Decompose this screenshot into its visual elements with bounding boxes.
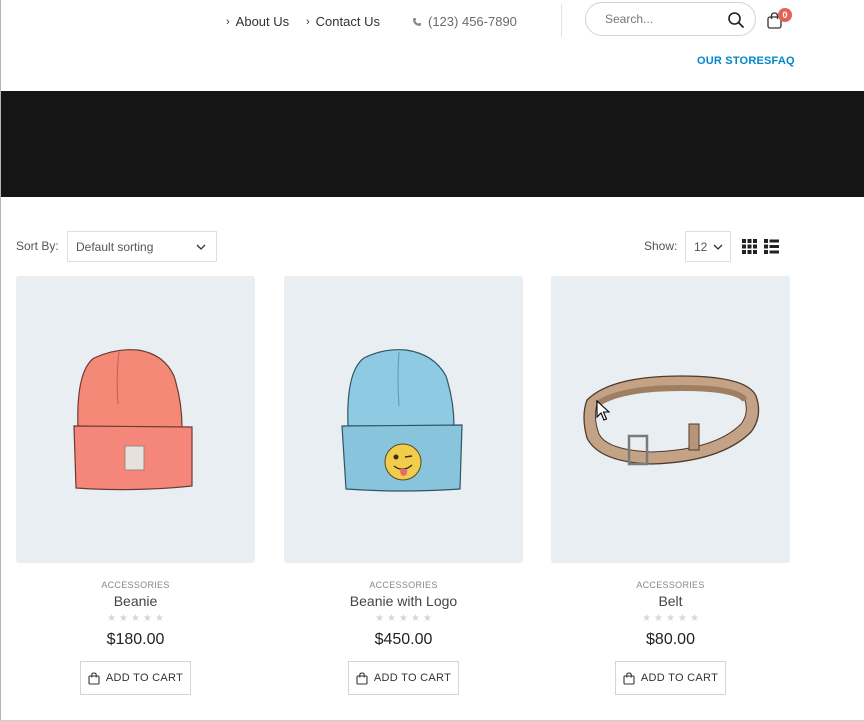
star-icon: ★ [107, 613, 117, 624]
star-icon: ★ [142, 613, 152, 624]
product-category[interactable]: ACCESSORIES [284, 580, 523, 590]
star-icon: ★ [677, 613, 687, 624]
about-us-link[interactable]: › About Us [226, 14, 289, 29]
sort-select[interactable]: Default sorting [67, 231, 217, 262]
list-view-icon[interactable] [764, 239, 779, 254]
search-box [585, 2, 756, 36]
product-category[interactable]: ACCESSORIES [551, 580, 790, 590]
product-card[interactable]: ACCESSORIES Beanie with Logo ★ ★ ★ ★ ★ $450.… [284, 276, 523, 695]
product-card[interactable]: ACCESSORIES Belt ★ ★ ★ ★ ★ $80.00 ADD TO CAR… [551, 276, 790, 695]
star-icon: ★ [375, 613, 385, 624]
faq-link[interactable]: FAQ [772, 55, 795, 67]
beanie-with-logo-image [341, 349, 463, 492]
product-card[interactable]: ACCESSORIES Beanie ★ ★ ★ ★ ★ $180.00 ADD TO … [16, 276, 255, 695]
shopping-bag-icon [88, 671, 100, 685]
page-banner [1, 91, 864, 197]
phone-icon [413, 17, 421, 26]
star-icon: ★ [119, 613, 129, 624]
beanie-image [73, 349, 193, 491]
add-to-cart-button[interactable]: ADD TO CART [348, 661, 459, 695]
chevron-down-icon [713, 244, 723, 250]
contact-us-label: Contact Us [315, 14, 380, 29]
add-to-cart-label: ADD TO CART [640, 672, 719, 684]
show-count-select[interactable]: 12 [685, 231, 731, 262]
sort-by-label: Sort By: [16, 239, 59, 253]
add-to-cart-button[interactable]: ADD TO CART [615, 661, 726, 695]
phone-number: (123) 456-7890 [412, 14, 517, 29]
product-image[interactable] [551, 276, 790, 563]
star-icon: ★ [422, 613, 432, 624]
cart-button[interactable]: 0 [765, 8, 792, 31]
cart-count-badge: 0 [778, 8, 792, 22]
product-name[interactable]: Beanie with Logo [284, 593, 523, 609]
star-icon: ★ [654, 613, 664, 624]
grid-view-icon[interactable] [742, 239, 757, 254]
product-category[interactable]: ACCESSORIES [16, 580, 255, 590]
shopping-bag-icon [356, 671, 368, 685]
product-name[interactable]: Belt [551, 593, 790, 609]
star-icon: ★ [154, 613, 164, 624]
mouse-pointer-icon [596, 400, 610, 421]
star-icon: ★ [666, 613, 675, 624]
secondary-nav: OUR STORES FAQ [697, 55, 795, 67]
chevron-down-icon [196, 244, 206, 250]
about-us-label: About Us [235, 14, 290, 29]
add-to-cart-label: ADD TO CART [105, 672, 184, 684]
star-icon: ★ [642, 613, 652, 624]
star-icon: ★ [387, 613, 397, 624]
product-rating: ★ ★ ★ ★ ★ [284, 614, 523, 624]
phone-text: (123) 456-7890 [428, 14, 517, 29]
search-input[interactable] [605, 12, 725, 26]
search-icon[interactable] [727, 11, 745, 29]
contact-us-link[interactable]: › Contact Us [306, 14, 380, 29]
chevron-right-icon: › [226, 15, 230, 28]
product-rating: ★ ★ ★ ★ ★ [551, 614, 790, 624]
add-to-cart-label: ADD TO CART [373, 672, 452, 684]
star-icon: ★ [410, 613, 420, 624]
product-price: $180.00 [106, 631, 165, 648]
star-icon: ★ [689, 613, 699, 624]
star-icon: ★ [131, 613, 140, 624]
star-icon: ★ [399, 613, 408, 624]
header-divider [561, 4, 562, 37]
belt-image [583, 375, 760, 466]
product-name[interactable]: Beanie [16, 593, 255, 609]
product-price: $450.00 [374, 631, 433, 648]
shopping-bag-icon [623, 671, 635, 685]
show-count-value: 12 [694, 239, 708, 254]
product-image[interactable] [16, 276, 255, 563]
chevron-right-icon: › [306, 15, 310, 28]
product-image[interactable] [284, 276, 523, 563]
our-stores-link[interactable]: OUR STORES [697, 55, 772, 67]
sort-select-value: Default sorting [76, 239, 154, 254]
product-rating: ★ ★ ★ ★ ★ [16, 614, 255, 624]
add-to-cart-button[interactable]: ADD TO CART [80, 661, 191, 695]
show-label: Show: [644, 239, 678, 253]
product-price: $80.00 [646, 631, 695, 648]
